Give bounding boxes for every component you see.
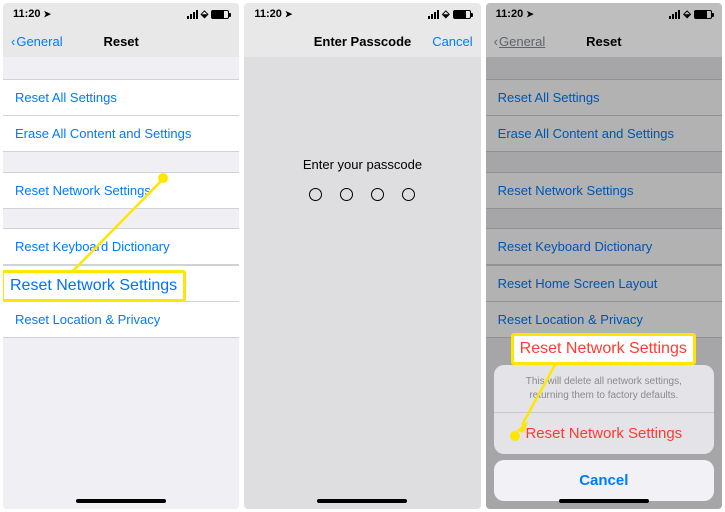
cancel-button[interactable]: Cancel xyxy=(432,34,472,49)
annotation-dot xyxy=(510,431,520,441)
passcode-screen: Enter your passcode xyxy=(244,57,480,509)
passcode-dot xyxy=(371,188,384,201)
cell-reset-location[interactable]: Reset Location & Privacy xyxy=(3,301,239,338)
status-bar: 11:20 ➤ ⬙ xyxy=(3,3,239,25)
cell-reset-all[interactable]: Reset All Settings xyxy=(3,79,239,116)
status-time: 11:20 xyxy=(13,8,41,20)
home-indicator[interactable] xyxy=(76,499,166,503)
passcode-prompt: Enter your passcode xyxy=(303,157,422,172)
home-indicator[interactable] xyxy=(317,499,407,503)
status-icons: ⬙ xyxy=(187,9,230,20)
sheet-action-reset-network[interactable]: Reset Network Settings xyxy=(494,413,714,454)
passcode-dot xyxy=(309,188,322,201)
sheet-cancel-button[interactable]: Cancel xyxy=(494,460,714,501)
annotation-callout: Reset Network Settings xyxy=(511,333,696,365)
status-time: 11:20 xyxy=(254,8,282,20)
phone-screen-1: 11:20 ➤ ⬙ ‹ General Reset Reset All Sett… xyxy=(3,3,239,509)
cell-reset-keyboard[interactable]: Reset Keyboard Dictionary xyxy=(3,228,239,265)
location-icon: ➤ xyxy=(44,9,52,20)
cell-erase-all[interactable]: Erase All Content and Settings xyxy=(3,115,239,152)
annotation-callout: Reset Network Settings xyxy=(3,270,186,302)
cell-reset-network[interactable]: Reset Network Settings xyxy=(3,172,239,209)
phone-screen-2: 11:20 ➤ ⬙ Enter Passcode Cancel Enter yo… xyxy=(244,3,480,509)
status-bar: 11:20 ➤ ⬙ xyxy=(244,3,480,25)
back-label: General xyxy=(16,34,62,49)
home-indicator[interactable] xyxy=(559,499,649,503)
battery-icon xyxy=(211,10,229,19)
nav-bar: ‹ General Reset xyxy=(3,25,239,57)
nav-bar: Enter Passcode Cancel xyxy=(244,25,480,57)
signal-icon xyxy=(428,10,439,19)
back-button[interactable]: ‹ General xyxy=(11,34,63,49)
signal-icon xyxy=(187,10,198,19)
annotation-dot xyxy=(158,173,168,183)
sheet-message: This will delete all network settings, r… xyxy=(494,365,714,413)
chevron-left-icon: ‹ xyxy=(11,34,15,49)
passcode-dot xyxy=(402,188,415,201)
passcode-dots[interactable] xyxy=(309,188,415,201)
status-icons: ⬙ xyxy=(428,9,471,20)
action-sheet: This will delete all network settings, r… xyxy=(494,365,714,501)
wifi-icon: ⬙ xyxy=(201,9,209,20)
settings-list: Reset All Settings Erase All Content and… xyxy=(3,57,239,509)
battery-icon xyxy=(453,10,471,19)
location-icon: ➤ xyxy=(285,9,293,20)
phone-screen-3: 11:20 ➤ ⬙ ‹ General Reset Reset All Sett… xyxy=(486,3,722,509)
passcode-dot xyxy=(340,188,353,201)
wifi-icon: ⬙ xyxy=(442,9,450,20)
